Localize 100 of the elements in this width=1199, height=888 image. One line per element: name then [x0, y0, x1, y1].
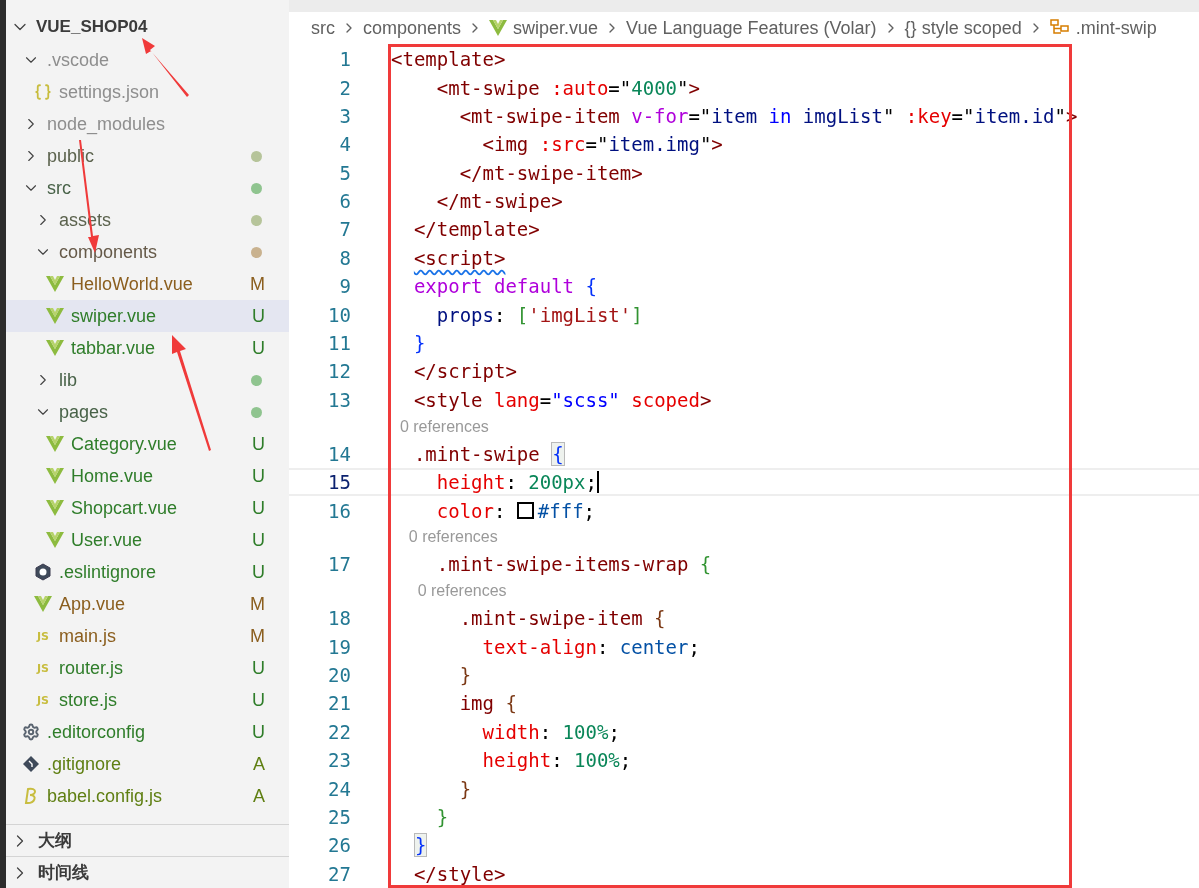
line-number: 5: [338, 161, 351, 184]
vue-icon: [46, 340, 64, 356]
file-item[interactable]: tabbar.vue U: [6, 332, 289, 364]
file-name: User.vue: [71, 529, 144, 551]
line-number: 9: [338, 275, 351, 298]
code-line: <script>: [412, 246, 506, 269]
project-name: VUE_SHOP04: [36, 17, 148, 37]
panel-title: 时间线: [38, 862, 89, 884]
line-number: 6: [338, 190, 351, 213]
file-item[interactable]: HelloWorld.vue M: [6, 268, 289, 300]
breadcrumb-item[interactable]: src: [311, 17, 335, 39]
code-line: height: 200px;: [435, 471, 597, 494]
code-line: }: [412, 332, 426, 355]
git-status: U: [252, 657, 265, 679]
file-item[interactable]: babel.config.js A: [6, 780, 289, 812]
code-line: height: 100%;: [481, 749, 632, 772]
file-name: pages: [59, 401, 110, 423]
file-name: .gitignore: [47, 753, 123, 775]
file-item[interactable]: Home.vue U: [6, 460, 289, 492]
line-number: 17: [327, 553, 351, 576]
code-line: .mint-swipe {: [412, 442, 565, 465]
panel-header[interactable]: 时间线: [6, 856, 289, 888]
git-status: M: [250, 625, 265, 647]
breadcrumb-item[interactable]: Vue Language Features (Volar): [626, 17, 877, 39]
breadcrumb-item[interactable]: {} style scoped: [904, 17, 1022, 39]
code-line: </script>: [412, 360, 517, 383]
codelens-link[interactable]: 0 references: [391, 417, 489, 436]
code-line: .mint-swipe-item {: [458, 607, 666, 630]
file-item[interactable]: Shopcart.vue U: [6, 492, 289, 524]
file-type-label: JS: [37, 629, 49, 643]
line-number: 4: [338, 133, 351, 156]
vue-icon: [46, 500, 64, 516]
code-line: width: 100%;: [481, 720, 620, 743]
git-status: U: [252, 337, 265, 359]
git-status: U: [252, 689, 265, 711]
folder-item[interactable]: .vscode: [6, 44, 289, 76]
code-line: </style>: [412, 862, 506, 885]
diamond-icon: [22, 755, 40, 773]
line-number: 25: [327, 806, 351, 828]
vue-icon: [46, 308, 64, 324]
code-line: .mint-swipe-items-wrap {: [435, 553, 712, 576]
file-name: main.js: [59, 625, 117, 647]
file-item[interactable]: settings.json: [6, 76, 289, 108]
git-status: M: [250, 593, 265, 615]
file-item[interactable]: Category.vue U: [6, 428, 289, 460]
file-item[interactable]: swiper.vue U: [6, 300, 289, 332]
breadcrumb-item[interactable]: swiper.vue: [513, 17, 599, 39]
git-status: U: [252, 497, 265, 519]
file-item[interactable]: .eslintignore U: [6, 556, 289, 588]
code-line: text-align: center;: [481, 635, 700, 658]
file-item[interactable]: JS router.js U: [6, 652, 289, 684]
vue-icon: [46, 276, 64, 292]
file-type-label: JS: [37, 661, 49, 675]
code-line: <template>: [391, 48, 506, 71]
line-number: 18: [327, 607, 351, 630]
code-line: <img :src="item.img">: [481, 133, 723, 156]
code-line: }: [435, 806, 449, 828]
vue-icon: [489, 20, 508, 37]
line-number: 14: [327, 442, 351, 465]
file-item[interactable]: User.vue U: [6, 524, 289, 556]
line-number: 2: [338, 76, 351, 99]
line-number: 12: [327, 360, 351, 383]
code-line: <style lang="scss" scoped>: [412, 388, 712, 411]
file-item[interactable]: JS main.js M: [6, 620, 289, 652]
file-name: Category.vue: [71, 433, 178, 455]
file-name: swiper.vue: [71, 305, 158, 327]
git-status: U: [252, 721, 265, 743]
line-number: 24: [327, 777, 351, 800]
code-line: export default {: [412, 275, 597, 298]
line-number: 7: [338, 218, 351, 241]
file-name: store.js: [59, 689, 119, 711]
line-number: 1: [338, 48, 351, 71]
file-name: src: [47, 177, 72, 199]
file-item[interactable]: JS store.js U: [6, 684, 289, 716]
breadcrumb-item[interactable]: components: [363, 17, 462, 39]
codelens-link[interactable]: 0 references: [391, 528, 498, 547]
script-icon: [23, 787, 39, 805]
project-header[interactable]: VUE_SHOP04: [6, 10, 289, 44]
file-item[interactable]: App.vue M: [6, 588, 289, 620]
line-number: 16: [327, 499, 351, 522]
file-item[interactable]: .editorconfig U: [6, 716, 289, 748]
git-status: U: [252, 433, 265, 455]
file-name: .eslintignore: [59, 561, 158, 583]
file-name: App.vue: [59, 593, 127, 615]
codelens-link[interactable]: 0 references: [391, 582, 507, 601]
git-status: U: [252, 529, 265, 551]
git-status: U: [252, 465, 265, 487]
line-number: 20: [327, 664, 351, 687]
line-number: 21: [327, 692, 351, 715]
vue-icon: [46, 436, 64, 452]
file-item[interactable]: .gitignore A: [6, 748, 289, 780]
line-number: 26: [327, 834, 351, 857]
git-status: A: [253, 753, 265, 775]
file-name: .editorconfig: [47, 721, 147, 743]
file-name: HelloWorld.vue: [71, 273, 194, 295]
folder-item[interactable]: node_modules: [6, 108, 289, 140]
panel-header[interactable]: 大纲: [6, 824, 289, 856]
gear-icon: [22, 723, 40, 741]
git-status: A: [253, 785, 265, 807]
breadcrumb-item[interactable]: .mint-swip: [1075, 17, 1157, 39]
